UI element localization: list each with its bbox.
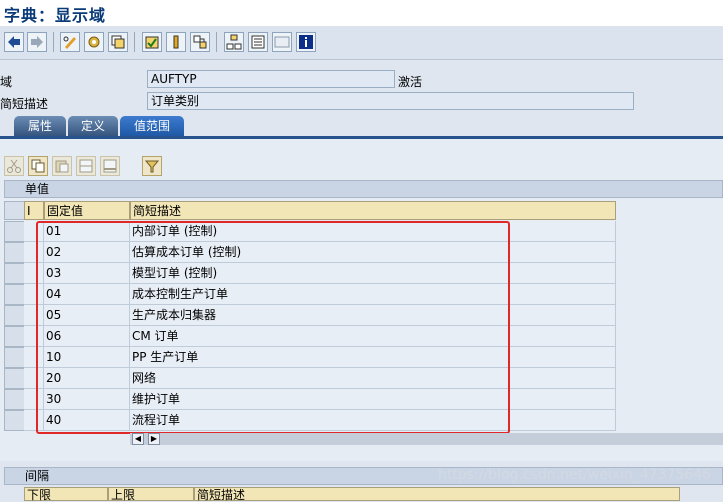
row-select-cell[interactable] <box>4 305 25 326</box>
row-select-cell[interactable] <box>4 263 25 284</box>
domain-name-field[interactable]: AUFTYP <box>147 70 395 88</box>
where-used-button[interactable] <box>190 32 210 52</box>
activate-button[interactable] <box>166 32 186 52</box>
back-arrow-icon <box>8 36 20 48</box>
copy-object-button[interactable] <box>108 32 128 52</box>
row-select-cell[interactable] <box>4 242 25 263</box>
back-button[interactable] <box>4 32 24 52</box>
column-header-interval-description[interactable]: 简短描述 <box>194 487 680 502</box>
forward-arrow-icon <box>31 36 43 48</box>
copy-rows-button[interactable] <box>28 156 48 176</box>
check-button[interactable] <box>142 32 162 52</box>
pencil-glasses-icon <box>63 36 76 49</box>
edit-toggle-button[interactable] <box>60 32 80 52</box>
toolbar-separator <box>216 32 217 52</box>
display-object-list-button[interactable] <box>248 32 268 52</box>
copy-icon <box>111 35 125 49</box>
navigation-window-button[interactable] <box>272 32 292 52</box>
filter-button[interactable] <box>142 156 162 176</box>
row-select-cell[interactable] <box>4 389 25 410</box>
hierarchy-button[interactable] <box>224 32 244 52</box>
short-description-label: 简短描述 <box>0 97 49 111</box>
row-select-cell[interactable] <box>4 284 25 305</box>
toolbar-separator <box>53 32 54 52</box>
gear-icon <box>88 36 100 48</box>
row-select-cell[interactable] <box>4 347 25 368</box>
delete-row-icon <box>103 159 117 173</box>
tab-value-range[interactable]: 值范围 <box>120 116 184 136</box>
info-button[interactable] <box>296 32 316 52</box>
cut-button[interactable] <box>4 156 24 176</box>
other-object-button[interactable] <box>84 32 104 52</box>
tab-attributes[interactable]: 属性 <box>14 116 66 136</box>
highlight-box <box>36 221 510 434</box>
check-icon <box>145 36 159 49</box>
filter-icon <box>144 160 160 173</box>
tab-strip: 属性 定义 值范围 <box>0 116 723 136</box>
toolbar-separator <box>134 32 135 52</box>
scroll-left-arrow[interactable]: ◀ <box>132 433 144 445</box>
title-bar: 字典：显示域 <box>0 0 723 26</box>
scroll-right-arrow[interactable]: ▶ <box>148 433 160 445</box>
column-header-short-description[interactable]: 简短描述 <box>130 201 616 220</box>
short-description-field[interactable]: 订单类别 <box>147 92 634 110</box>
row-select-cell[interactable] <box>4 368 25 389</box>
watermark: https://blog.csdn.net/weixin_47375646 <box>437 467 711 483</box>
info-icon <box>299 35 313 49</box>
insert-row-icon <box>79 159 93 173</box>
copy-icon <box>31 159 45 173</box>
row-select-cell[interactable] <box>4 410 25 431</box>
select-all-cell[interactable] <box>4 201 25 220</box>
column-header-fixed-value[interactable]: 固定值 <box>44 201 130 220</box>
column-header-lower-limit[interactable]: 下限 <box>24 487 108 502</box>
insert-row-button[interactable] <box>76 156 96 176</box>
column-header-upper-limit[interactable]: 上限 <box>108 487 194 502</box>
paste-icon <box>55 160 69 173</box>
domain-label: 域 <box>0 75 13 89</box>
domain-status-label: 激活 <box>398 75 423 89</box>
window-title: 字典：显示域 <box>4 6 107 25</box>
row-select-cell[interactable] <box>4 326 25 347</box>
row-select-cell[interactable] <box>4 221 25 242</box>
tab-definition[interactable]: 定义 <box>68 116 118 136</box>
hierarchy-icon <box>226 34 242 50</box>
horizontal-scrollbar[interactable]: ◀ ▶ <box>130 433 723 445</box>
window-icon <box>274 36 290 48</box>
forward-button[interactable] <box>27 32 47 52</box>
activate-icon <box>173 35 179 49</box>
scissors-icon <box>7 159 21 173</box>
where-used-icon <box>193 35 207 49</box>
application-toolbar <box>0 26 723 60</box>
column-header-indicator: I <box>24 201 44 220</box>
object-list-icon <box>251 35 265 49</box>
single-values-group-header: 单值 <box>4 180 723 198</box>
delete-row-button[interactable] <box>100 156 120 176</box>
paste-button[interactable] <box>52 156 72 176</box>
